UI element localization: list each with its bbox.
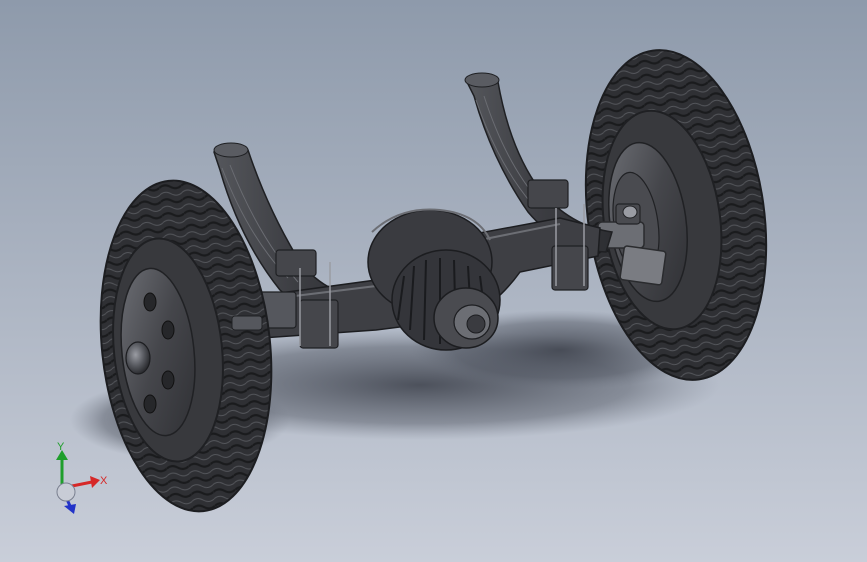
triad-y-axis	[56, 450, 68, 488]
triad-x-label: X	[100, 475, 108, 487]
model-scene[interactable]	[0, 0, 867, 562]
triad-origin	[56, 482, 76, 502]
left-axle-stub	[231, 315, 263, 331]
graphics-viewport[interactable]: Y X	[0, 0, 867, 562]
triad-y-label: Y	[57, 442, 65, 453]
coordinate-triad: Y X	[56, 442, 108, 514]
